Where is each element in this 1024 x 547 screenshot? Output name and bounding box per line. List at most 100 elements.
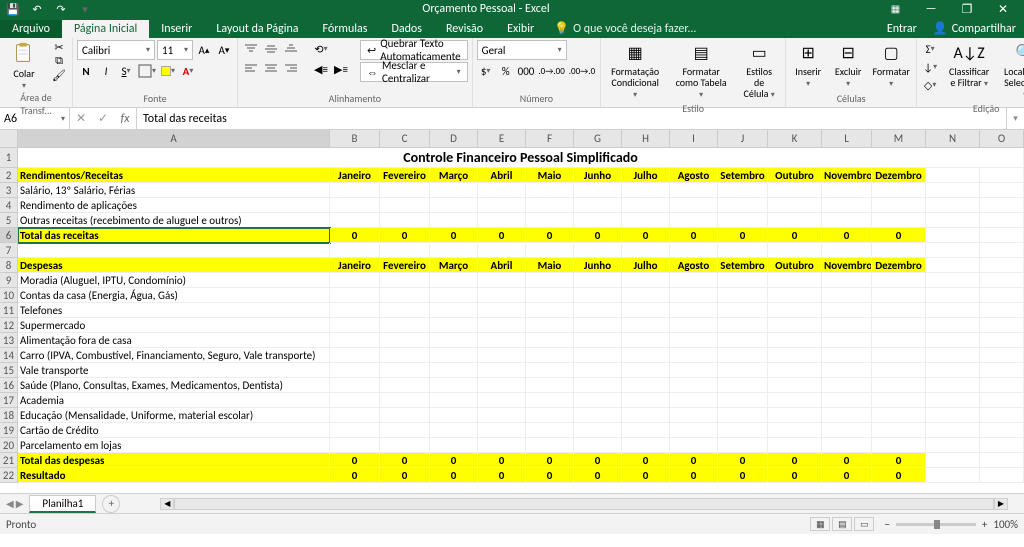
zoom-slider[interactable] xyxy=(896,523,976,526)
cell[interactable] xyxy=(872,243,926,258)
cell[interactable] xyxy=(822,408,872,423)
cell[interactable]: 0 xyxy=(872,468,926,483)
cell[interactable]: Outubro xyxy=(768,168,822,183)
cell[interactable]: Abril xyxy=(478,258,526,273)
cell[interactable]: Novembro xyxy=(822,258,872,273)
cell[interactable] xyxy=(822,288,872,303)
cell[interactable]: Total das despesas xyxy=(18,453,330,468)
wrap-text-button[interactable]: ↩ Quebrar Texto Automaticamente xyxy=(360,40,468,60)
cell[interactable] xyxy=(872,318,926,333)
format-painter-button[interactable]: 🖌 xyxy=(50,68,68,82)
cell[interactable]: Dezembro xyxy=(872,258,926,273)
cell[interactable]: Março xyxy=(430,168,478,183)
cell[interactable]: Julho xyxy=(622,168,670,183)
cell[interactable] xyxy=(330,303,380,318)
cell[interactable] xyxy=(622,438,670,453)
cell[interactable] xyxy=(980,183,1024,198)
cell[interactable] xyxy=(380,423,430,438)
scroll-right-button[interactable]: ▶ xyxy=(994,498,1008,510)
cell[interactable] xyxy=(872,348,926,363)
cell[interactable]: Setembro xyxy=(718,168,768,183)
cell[interactable]: 0 xyxy=(380,468,430,483)
cell[interactable]: 0 xyxy=(330,468,380,483)
cell[interactable] xyxy=(980,408,1024,423)
cell[interactable] xyxy=(478,318,526,333)
zoom-level[interactable]: 100% xyxy=(993,518,1018,531)
cell[interactable]: 0 xyxy=(670,228,718,243)
cell[interactable] xyxy=(380,393,430,408)
cell[interactable] xyxy=(980,228,1024,243)
cell[interactable] xyxy=(670,183,718,198)
cell[interactable] xyxy=(526,408,574,423)
cell[interactable] xyxy=(622,348,670,363)
row-header[interactable]: 5 xyxy=(0,213,18,228)
cell[interactable]: Saúde (Plano, Consultas, Exames, Medicam… xyxy=(18,378,330,393)
cell[interactable] xyxy=(526,333,574,348)
cell[interactable] xyxy=(768,423,822,438)
cell[interactable] xyxy=(574,183,622,198)
cell[interactable] xyxy=(872,393,926,408)
font-name-selector[interactable]: Calibri▾ xyxy=(77,40,155,60)
cell[interactable]: 0 xyxy=(526,228,574,243)
cell[interactable]: 0 xyxy=(768,453,822,468)
cell[interactable] xyxy=(768,273,822,288)
cell[interactable] xyxy=(822,438,872,453)
cell[interactable] xyxy=(622,408,670,423)
cell[interactable]: Setembro xyxy=(718,258,768,273)
align-top-button[interactable] xyxy=(242,40,260,58)
conditional-formatting-button[interactable]: ▦ Formatação Condicional ▾ xyxy=(605,40,665,102)
enter-formula-button[interactable]: ✓ xyxy=(92,111,114,126)
cell[interactable] xyxy=(330,243,380,258)
cell[interactable] xyxy=(718,273,768,288)
sheet-tab[interactable]: Planilha1 xyxy=(29,495,96,513)
cell[interactable] xyxy=(768,393,822,408)
cell[interactable] xyxy=(526,198,574,213)
percent-format-button[interactable]: % xyxy=(497,62,515,80)
row-header[interactable]: 16 xyxy=(0,378,18,393)
cell[interactable] xyxy=(980,243,1024,258)
find-select-button[interactable]: 🔍 Localizar e Selecionar ▾ xyxy=(999,40,1024,102)
cell[interactable]: Supermercado xyxy=(18,318,330,333)
row-header[interactable]: 18 xyxy=(0,408,18,423)
cell[interactable] xyxy=(670,288,718,303)
insert-function-button[interactable]: fx xyxy=(114,112,136,126)
row-header[interactable]: 21 xyxy=(0,453,18,468)
cell[interactable] xyxy=(670,213,718,228)
cell[interactable] xyxy=(330,363,380,378)
cell[interactable] xyxy=(574,333,622,348)
cell[interactable]: 0 xyxy=(718,453,768,468)
cell[interactable] xyxy=(670,273,718,288)
cell[interactable] xyxy=(822,198,872,213)
cell[interactable] xyxy=(822,378,872,393)
column-header[interactable]: F xyxy=(526,130,574,148)
cell[interactable] xyxy=(980,318,1024,333)
undo-button[interactable]: ↶ xyxy=(28,3,46,16)
cell[interactable] xyxy=(980,168,1024,183)
cell[interactable] xyxy=(478,273,526,288)
cell[interactable] xyxy=(718,363,768,378)
cell[interactable]: Julho xyxy=(622,258,670,273)
cell[interactable] xyxy=(822,303,872,318)
cell[interactable]: Junho xyxy=(574,258,622,273)
cell[interactable] xyxy=(574,318,622,333)
cell[interactable] xyxy=(980,468,1024,483)
decrease-indent-button[interactable]: ◀≡ xyxy=(312,60,330,78)
cell[interactable] xyxy=(980,303,1024,318)
cell[interactable]: 0 xyxy=(574,228,622,243)
sort-filter-button[interactable]: A↓Z Classificar e Filtrar ▾ xyxy=(943,40,995,91)
cell[interactable] xyxy=(430,273,478,288)
cell[interactable]: 0 xyxy=(622,228,670,243)
cell[interactable]: 0 xyxy=(670,468,718,483)
cell[interactable] xyxy=(670,423,718,438)
maximize-button[interactable]: ❐ xyxy=(950,2,984,17)
cell[interactable] xyxy=(526,438,574,453)
cell[interactable]: 0 xyxy=(872,228,926,243)
zoom-out-button[interactable]: − xyxy=(884,518,889,531)
share-button[interactable]: 👤 Compartilhar xyxy=(925,19,1024,38)
increase-decimal-button[interactable]: .0→.00 xyxy=(537,62,565,80)
cell[interactable] xyxy=(380,198,430,213)
cell[interactable]: Vale transporte xyxy=(18,363,330,378)
cell[interactable] xyxy=(926,318,980,333)
cell[interactable] xyxy=(926,228,980,243)
cell[interactable] xyxy=(526,183,574,198)
